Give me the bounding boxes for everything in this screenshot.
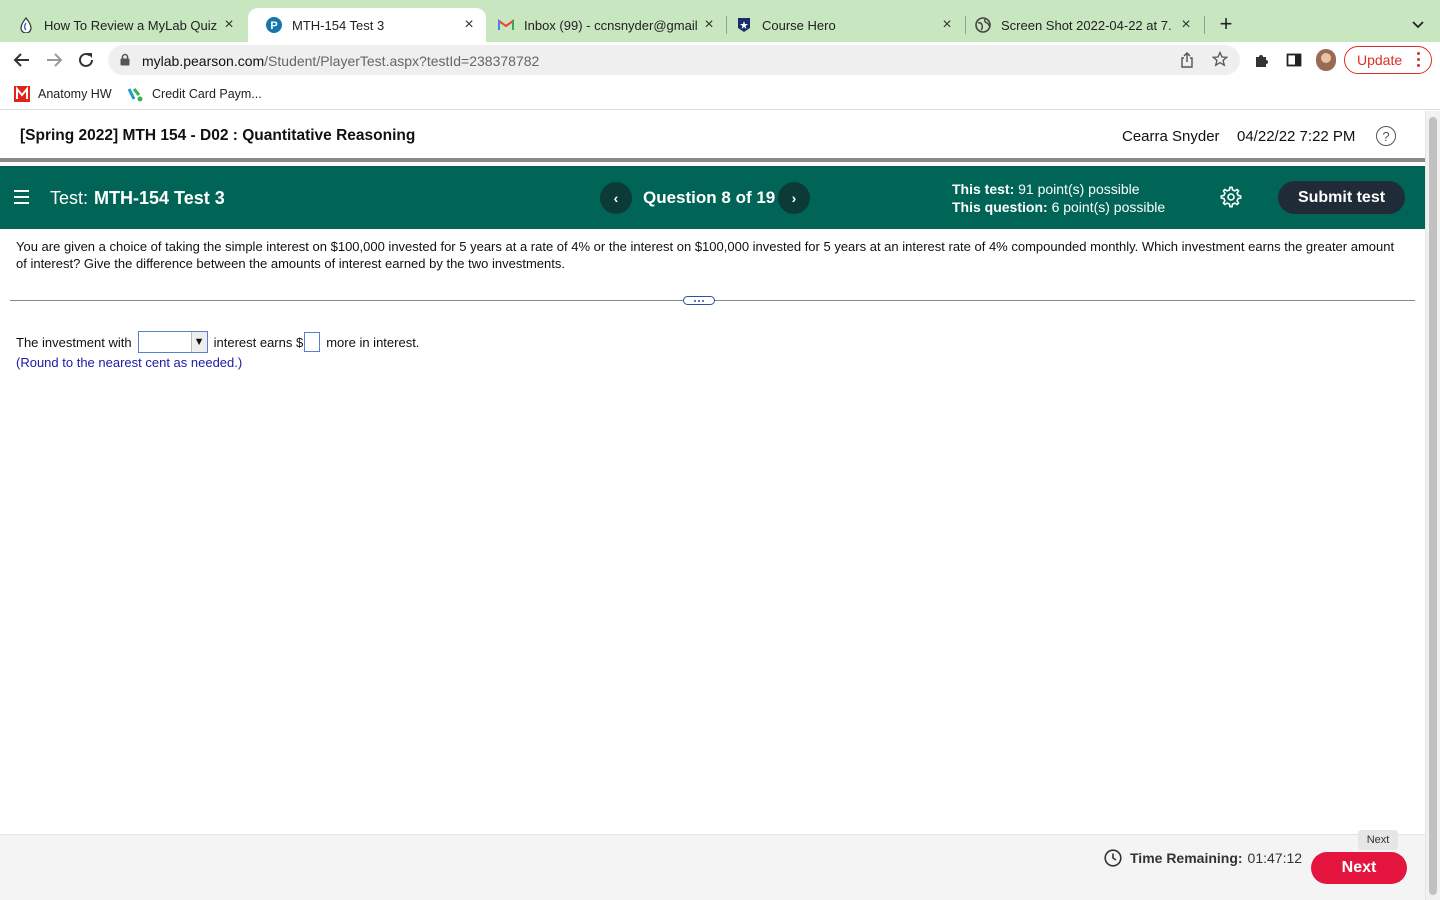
- tab-title: Screen Shot 2022-04-22 at 7.: [1001, 17, 1172, 33]
- url-host: mylab.pearson.com: [142, 53, 265, 69]
- course-hero-icon: [736, 17, 752, 33]
- pearson-drop-icon: [18, 17, 34, 33]
- pearson-p-icon: P: [266, 17, 282, 33]
- test-name: MTH-154 Test 3: [94, 188, 225, 208]
- bookmark-credit-card[interactable]: Credit Card Paym...: [128, 86, 262, 102]
- time-remaining: Time Remaining: 01:47:12: [1104, 849, 1302, 867]
- help-icon[interactable]: ?: [1376, 126, 1396, 146]
- time-label: Time Remaining:: [1130, 850, 1243, 866]
- course-title: [Spring 2022] MTH 154 - D02 : Quantitati…: [20, 127, 416, 144]
- close-tab-icon[interactable]: ×: [698, 16, 720, 34]
- bookmark-star-icon[interactable]: [1211, 50, 1229, 72]
- credit-card-icon: [128, 86, 144, 102]
- tab-title: How To Review a MyLab Quiz.c: [44, 17, 218, 33]
- question-points-label: This question:: [952, 199, 1048, 215]
- tab-title: Course Hero: [762, 17, 836, 33]
- clock-icon: [1104, 849, 1122, 867]
- profile-avatar[interactable]: [1316, 49, 1336, 71]
- bookmark-label: Credit Card Paym...: [152, 87, 262, 101]
- reload-icon[interactable]: [74, 48, 98, 72]
- question-points-value: 6 point(s) possible: [1051, 199, 1166, 215]
- question-counter: Question 8 of 19: [643, 188, 776, 207]
- test-points-value: 91 point(s) possible: [1018, 181, 1140, 197]
- page-content: [Spring 2022] MTH 154 - D02 : Quantitati…: [0, 111, 1425, 900]
- pane-resize-handle[interactable]: [683, 296, 715, 305]
- date-time: 04/22/22 7:22 PM: [1237, 128, 1356, 145]
- gmail-icon: [498, 17, 514, 33]
- interest-type-dropdown[interactable]: ▼: [137, 331, 208, 353]
- tab-separator: [1204, 16, 1205, 34]
- test-points-label: This test:: [952, 181, 1015, 197]
- dropdown-arrow-icon: ▼: [190, 332, 207, 352]
- browser-tab-active[interactable]: P MTH-154 Test 3 ×: [248, 8, 486, 42]
- next-question-button[interactable]: ›: [778, 182, 810, 214]
- student-name: Cearra Snyder: [1122, 128, 1220, 145]
- kebab-menu-icon: [1417, 52, 1421, 70]
- scrollbar-thumb[interactable]: [1429, 117, 1437, 895]
- test-toolbar: Test: MTH-154 Test 3 ‹ Question 8 of 19 ›…: [0, 166, 1425, 229]
- lock-icon: [120, 53, 130, 71]
- browser-tab[interactable]: Inbox (99) - ccnsnyder@gmail ×: [480, 8, 726, 42]
- globe-icon: [975, 17, 991, 33]
- browser-tab[interactable]: Course Hero ×: [718, 8, 964, 42]
- test-footer: Time Remaining: 01:47:12 Next Next: [0, 830, 1425, 900]
- browser-tab-strip: How To Review a MyLab Quiz.c × P MTH-154…: [0, 0, 1440, 42]
- previous-question-button[interactable]: ‹: [600, 182, 632, 214]
- answer-row: The investment with ▼ interest earns $ m…: [16, 331, 419, 353]
- test-title: Test: MTH-154 Test 3: [50, 188, 225, 209]
- bookmark-anatomy-hw[interactable]: Anatomy HW: [14, 86, 112, 102]
- close-tab-icon[interactable]: ×: [218, 16, 240, 34]
- submit-test-button[interactable]: Submit test: [1278, 181, 1405, 214]
- svg-text:P: P: [270, 20, 277, 32]
- extensions-puzzle-icon[interactable]: [1252, 50, 1272, 70]
- answer-middle: interest earns $: [213, 334, 304, 350]
- test-prefix: Test:: [50, 188, 89, 208]
- settings-gear-icon[interactable]: [1220, 186, 1242, 208]
- next-tooltip: Next: [1358, 830, 1398, 850]
- forward-arrow-icon[interactable]: [42, 48, 66, 72]
- update-button[interactable]: Update: [1344, 46, 1432, 74]
- address-bar[interactable]: mylab.pearson.com/Student/PlayerTest.asp…: [108, 45, 1240, 75]
- answer-suffix: more in interest.: [326, 334, 420, 350]
- question-points: This question: 6 point(s) possible: [952, 198, 1165, 216]
- points-info: This test: 91 point(s) possible This que…: [952, 180, 1165, 216]
- url-text: mylab.pearson.com/Student/PlayerTest.asp…: [142, 53, 539, 69]
- next-button[interactable]: Next: [1311, 852, 1407, 884]
- close-tab-icon[interactable]: ×: [936, 16, 958, 34]
- new-tab-button[interactable]: +: [1214, 12, 1238, 36]
- browser-tab[interactable]: How To Review a MyLab Quiz.c ×: [0, 8, 246, 42]
- close-tab-icon[interactable]: ×: [1175, 16, 1197, 34]
- bookmarks-bar: Anatomy HW Credit Card Paym...: [0, 78, 1440, 110]
- mcgraw-hill-icon: [14, 86, 30, 102]
- question-text: You are given a choice of taking the sim…: [16, 239, 1395, 271]
- answer-prefix: The investment with: [16, 334, 132, 350]
- side-panel-icon[interactable]: [1284, 50, 1304, 70]
- browser-toolbar: mylab.pearson.com/Student/PlayerTest.asp…: [0, 42, 1440, 78]
- interest-difference-input[interactable]: [304, 332, 321, 352]
- rounding-note: (Round to the nearest cent as needed.): [16, 355, 243, 370]
- hamburger-menu-icon[interactable]: [14, 190, 29, 208]
- back-arrow-icon[interactable]: [10, 48, 34, 72]
- browser-tab[interactable]: Screen Shot 2022-04-22 at 7. ×: [957, 8, 1203, 42]
- tab-title: MTH-154 Test 3: [292, 17, 385, 33]
- time-value: 01:47:12: [1247, 850, 1303, 866]
- course-header: [Spring 2022] MTH 154 - D02 : Quantitati…: [0, 111, 1425, 162]
- bookmark-label: Anatomy HW: [38, 87, 112, 101]
- close-tab-icon[interactable]: ×: [458, 16, 480, 34]
- test-points: This test: 91 point(s) possible: [952, 180, 1165, 198]
- update-label: Update: [1357, 52, 1403, 68]
- tab-title: Inbox (99) - ccnsnyder@gmail: [524, 17, 698, 33]
- page-scrollbar[interactable]: [1425, 111, 1440, 900]
- tab-search-icon[interactable]: [1408, 14, 1428, 34]
- share-icon[interactable]: [1180, 52, 1194, 73]
- url-path: /Student/PlayerTest.aspx?testId=23837878…: [264, 53, 540, 69]
